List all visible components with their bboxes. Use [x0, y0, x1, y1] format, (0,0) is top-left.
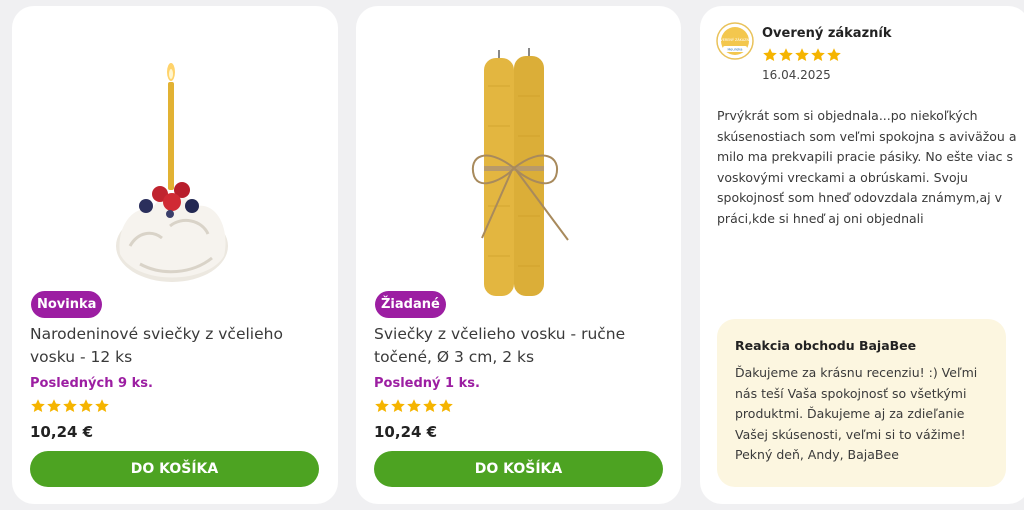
shop-reply-title: Reakcia obchodu BajaBee	[735, 338, 917, 353]
svg-text:OVERENÝ ZÁKAZNÍK: OVERENÝ ZÁKAZNÍK	[718, 37, 753, 42]
rating-stars	[30, 398, 110, 414]
product-title[interactable]: Narodeninové sviečky z včelieho vosku - …	[30, 323, 325, 369]
review-author: Overený zákazník	[762, 26, 892, 41]
shop-reply-text: Ďakujeme za krásnu recenziu! :) Veľmi ná…	[735, 365, 978, 462]
product-image-rolled-candles[interactable]	[356, 6, 681, 306]
product-price: 10,24 €	[30, 423, 94, 441]
add-to-cart-button[interactable]: DO KOŠÍKA	[374, 451, 663, 487]
star-icon	[375, 399, 389, 412]
stock-status: Posledných 9 ks.	[30, 376, 153, 391]
star-icon	[391, 399, 405, 412]
star-icon	[31, 399, 45, 412]
star-icon	[827, 48, 841, 61]
star-icon	[95, 399, 109, 412]
product-badge: Žiadané	[375, 291, 446, 318]
product-card-1[interactable]: Novinka Narodeninové sviečky z včelieho …	[12, 6, 338, 504]
stock-status: Posledný 1 ks.	[374, 376, 480, 391]
review-text: Prvýkrát som si objednala...po niekoľkýc…	[717, 108, 1017, 226]
product-card-2[interactable]: Žiadané Sviečky z včelieho vosku - ručne…	[356, 6, 681, 504]
star-icon	[423, 399, 437, 412]
review-date: 16.04.2025	[762, 68, 831, 82]
product-image-birthday-candles[interactable]	[12, 6, 338, 306]
product-price: 10,24 €	[374, 423, 438, 441]
star-icon	[63, 399, 77, 412]
review-card: OVERENÝ ZÁKAZNÍK Heureka Overený zákazní…	[700, 6, 1024, 504]
star-icon	[407, 399, 421, 412]
shop-reply: Reakcia obchodu BajaBee Ďakujeme za krás…	[717, 319, 1006, 487]
star-icon	[47, 399, 61, 412]
star-icon	[811, 48, 825, 61]
verified-customer-seal-icon: OVERENÝ ZÁKAZNÍK Heureka	[716, 22, 754, 60]
rating-stars	[374, 398, 454, 414]
star-icon	[763, 48, 777, 61]
star-icon	[79, 399, 93, 412]
svg-text:Heureka: Heureka	[727, 48, 742, 52]
product-title[interactable]: Sviečky z včelieho vosku - ručne točené,…	[374, 323, 669, 369]
star-icon	[795, 48, 809, 61]
review-rating-stars	[762, 47, 842, 67]
star-icon	[779, 48, 793, 61]
product-badge: Novinka	[31, 291, 103, 318]
add-to-cart-button[interactable]: DO KOŠÍKA	[30, 451, 319, 487]
star-icon	[439, 399, 453, 412]
